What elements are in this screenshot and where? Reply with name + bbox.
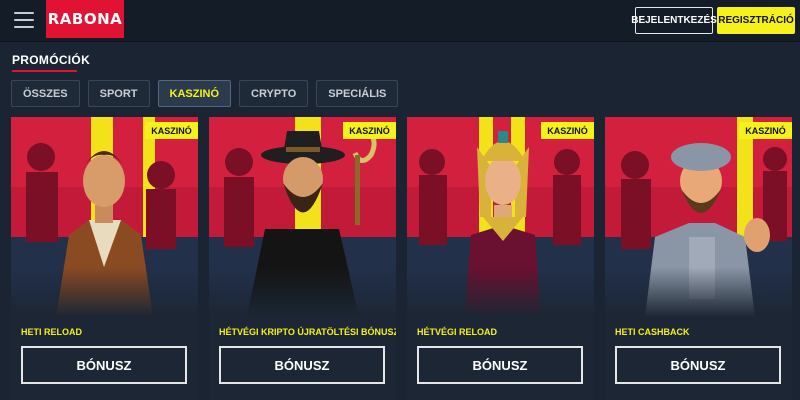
register-button[interactable]: REGISZTRÁCIÓ xyxy=(717,7,795,34)
hamburger-menu-icon[interactable] xyxy=(14,12,34,30)
tab-casino[interactable]: KASZINÓ xyxy=(157,80,232,107)
promo-card: KASZINÓ HETI CASHBACK BÓNUSZ xyxy=(605,117,792,400)
rabona-logo[interactable]: RABONA xyxy=(46,0,124,38)
title-underline xyxy=(12,70,77,72)
page-title: PROMÓCIÓK xyxy=(12,53,91,67)
category-badge: KASZINÓ xyxy=(145,122,198,139)
cleopatra-artwork xyxy=(407,117,594,317)
category-badge: KASZINÓ xyxy=(541,122,594,139)
login-button[interactable]: BEJELENTKEZÉS xyxy=(631,7,717,34)
promo-card: KASZINÓ HÉTVÉGI RELOAD BÓNUSZ xyxy=(407,117,594,400)
bonus-button[interactable]: BÓNUSZ xyxy=(21,346,187,384)
conquistador-artwork xyxy=(605,117,792,317)
tab-sport[interactable]: SPORT xyxy=(87,80,150,107)
bonus-button[interactable]: BÓNUSZ xyxy=(417,346,583,384)
category-badge: KASZINÓ xyxy=(739,122,792,139)
bonus-button[interactable]: BÓNUSZ xyxy=(615,346,781,384)
promo-title: HÉTVÉGI KRIPTO ÚJRATÖLTÉSI BÓNUSZ xyxy=(219,327,396,337)
promo-card: KASZINÓ HÉTVÉGI KRIPTO ÚJRATÖLTÉSI BÓNUS… xyxy=(209,117,396,400)
category-badge: KASZINÓ xyxy=(343,122,396,139)
bonus-button[interactable]: BÓNUSZ xyxy=(219,346,385,384)
top-header: RABONA BEJELENTKEZÉS REGISZTRÁCIÓ xyxy=(0,0,800,42)
tab-crypto[interactable]: CRYPTO xyxy=(239,80,309,107)
hooded-character-artwork xyxy=(209,117,396,317)
promo-title: HETI CASHBACK xyxy=(615,327,690,337)
promo-tabs: ÖSSZES SPORT KASZINÓ CRYPTO SPECIÁLIS xyxy=(11,80,399,107)
promo-title: HETI RELOAD xyxy=(21,327,83,337)
promo-title: HÉTVÉGI RELOAD xyxy=(417,327,498,337)
adventurer-artwork xyxy=(11,117,198,317)
promo-cards: KASZINÓ HETI RELOAD BÓNUSZ KASZINÓ HÉTVÉ… xyxy=(11,117,800,400)
promo-card: KASZINÓ HETI RELOAD BÓNUSZ xyxy=(11,117,198,400)
logo-text: RABONA xyxy=(47,10,123,28)
tab-special[interactable]: SPECIÁLIS xyxy=(316,80,399,107)
tab-all[interactable]: ÖSSZES xyxy=(11,80,80,107)
